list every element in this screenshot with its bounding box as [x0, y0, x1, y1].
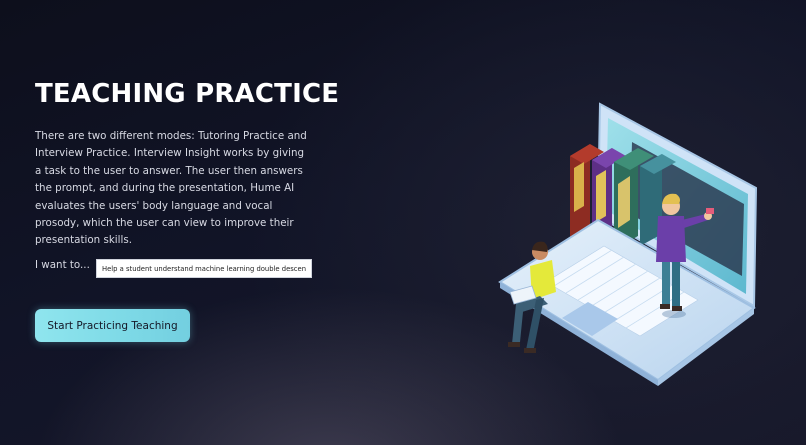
- mode-description: There are two different modes: Tutoring …: [35, 130, 307, 247]
- hero-section: TEACHING PRACTICE There are two differen…: [0, 0, 806, 445]
- start-practicing-button[interactable]: Start Practicing Teaching: [35, 309, 190, 342]
- laptop-books-students-illustration: [498, 102, 758, 386]
- page-title: TEACHING PRACTICE: [35, 79, 340, 109]
- prompt-input[interactable]: [96, 259, 312, 278]
- prompt-label: I want to...: [35, 259, 90, 271]
